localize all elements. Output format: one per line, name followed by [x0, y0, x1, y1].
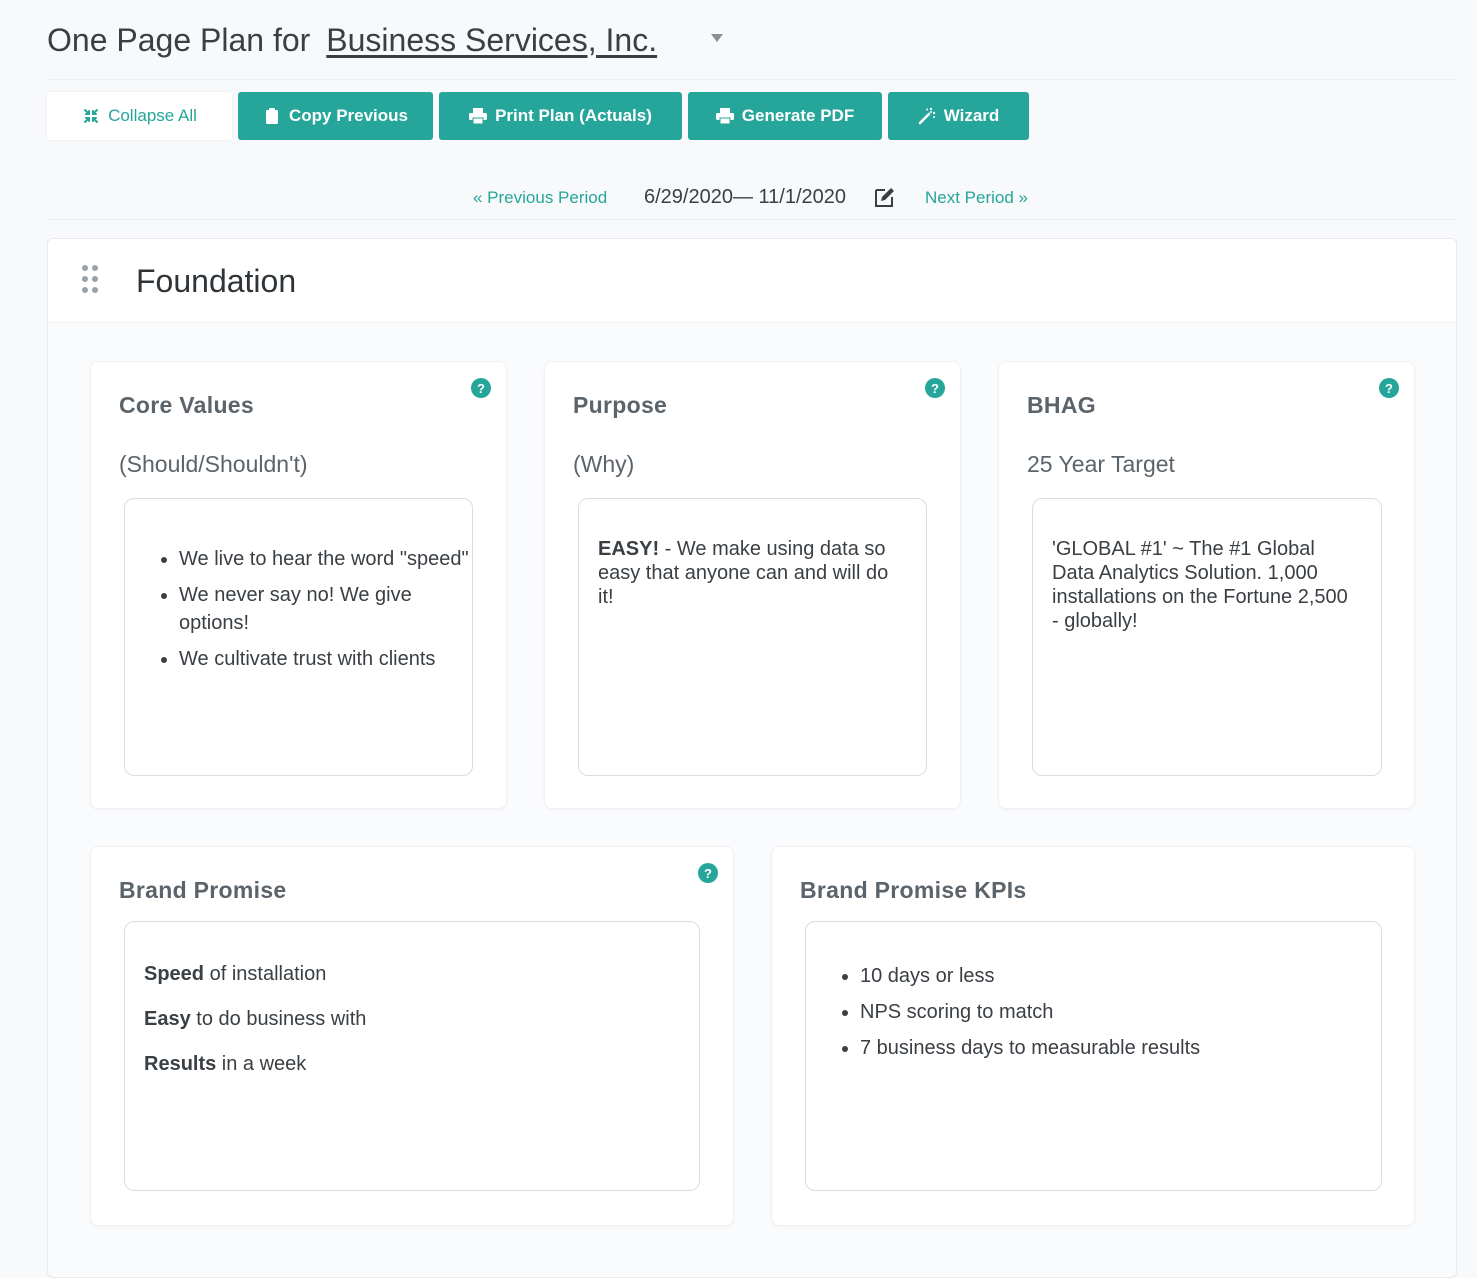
help-icon[interactable]: ? — [471, 378, 491, 398]
collapse-all-button[interactable]: Collapse All — [47, 92, 232, 140]
help-icon[interactable]: ? — [698, 863, 718, 883]
card-subtitle: (Should/Shouldn't) — [119, 451, 308, 477]
bhag-card: BHAG ? 25 Year Target 'GLOBAL #1' ~ The … — [998, 361, 1415, 809]
brand-promise-text: in a week — [216, 1053, 307, 1075]
card-title: Brand Promise KPIs — [800, 877, 1027, 903]
card-title: BHAG — [1027, 392, 1096, 418]
next-period-link[interactable]: Next Period » — [925, 188, 1028, 208]
copy-previous-label: Copy Previous — [288, 106, 409, 125]
caret-down-icon[interactable] — [711, 34, 723, 42]
list-item: 7 business days to measurable results — [860, 1034, 1381, 1062]
period-range: 6/29/2020— 11/1/2020 — [644, 186, 847, 208]
copy-previous-button[interactable]: Copy Previous — [238, 92, 433, 140]
drag-handle-icon[interactable] — [80, 264, 100, 294]
section-header: Foundation — [48, 239, 1456, 323]
printer-icon — [715, 107, 734, 125]
list-item: NPS scoring to match — [860, 998, 1381, 1026]
help-icon[interactable]: ? — [1379, 378, 1399, 398]
list-item: We live to hear the word "speed" — [179, 545, 472, 573]
core-values-card: Core Values ? (Should/Shouldn't) We live… — [90, 361, 507, 809]
purpose-editor[interactable]: EASY! - We make using data so easy that … — [578, 498, 927, 776]
wizard-button[interactable]: Wizard — [888, 92, 1029, 140]
brand-promise-line: Easy to do business with — [144, 1005, 680, 1033]
list-item: We cultivate trust with clients — [179, 645, 472, 673]
brand-promise-editor[interactable]: Speed of installation Easy to do busines… — [124, 921, 700, 1191]
divider — [47, 219, 1456, 220]
bhag-text: 'GLOBAL #1' ~ The #1 Global Data Analyti… — [1052, 538, 1348, 632]
printer-icon — [469, 107, 488, 125]
generate-pdf-label: Generate PDF — [741, 106, 855, 125]
page-title: One Page Plan for Business Services, Inc… — [47, 18, 657, 62]
toolbar: Collapse All Copy Previous Print Plan (A… — [47, 92, 1029, 140]
generate-pdf-button[interactable]: Generate PDF — [688, 92, 882, 140]
card-title: Purpose — [573, 392, 668, 418]
print-plan-button[interactable]: Print Plan (Actuals) — [439, 92, 682, 140]
brand-promise-text: of installation — [204, 963, 327, 985]
wizard-label: Wizard — [943, 106, 1000, 125]
previous-period-link[interactable]: « Previous Period — [473, 188, 607, 208]
brand-promise-bold: Speed — [144, 963, 205, 985]
foundation-section: Foundation Core Values ? (Should/Shouldn… — [47, 238, 1457, 1278]
brand-promise-line: Speed of installation — [144, 960, 680, 988]
purpose-bold: EASY! — [598, 538, 660, 560]
title-prefix: One Page Plan for — [47, 21, 311, 58]
list-item: We never say no! We give options! — [179, 581, 472, 637]
help-icon[interactable]: ? — [925, 378, 945, 398]
bhag-editor[interactable]: 'GLOBAL #1' ~ The #1 Global Data Analyti… — [1032, 498, 1382, 776]
brand-promise-bold: Results — [144, 1053, 217, 1075]
edit-icon[interactable] — [872, 186, 896, 210]
period-navigation: « Previous Period 6/29/2020— 11/1/2020 N… — [0, 184, 1477, 214]
brand-promise-line: Results in a week — [144, 1050, 680, 1078]
list-item: 10 days or less — [860, 962, 1381, 990]
collapse-all-label: Collapse All — [108, 106, 197, 125]
brand-kpis-list: 10 days or less NPS scoring to match 7 b… — [806, 962, 1381, 1062]
divider — [47, 79, 1456, 80]
print-plan-label: Print Plan (Actuals) — [495, 106, 652, 125]
clipboard-icon — [263, 107, 281, 125]
collapse-icon — [82, 107, 100, 125]
core-values-editor[interactable]: We live to hear the word "speed" We neve… — [124, 498, 473, 776]
section-title: Foundation — [136, 263, 297, 299]
brand-kpis-editor[interactable]: 10 days or less NPS scoring to match 7 b… — [805, 921, 1382, 1191]
brand-promise-text: to do business with — [190, 1008, 367, 1030]
purpose-text: EASY! - We make using data so easy that … — [598, 537, 908, 609]
card-title: Brand Promise — [119, 877, 287, 903]
purpose-card: Purpose ? (Why) EASY! - We make using da… — [544, 361, 961, 809]
brand-promise-bold: Easy — [144, 1008, 191, 1030]
brand-kpis-card: Brand Promise KPIs 10 days or less NPS s… — [771, 846, 1415, 1226]
magic-wand-icon — [918, 107, 936, 125]
card-subtitle: (Why) — [573, 451, 635, 477]
brand-promise-card: Brand Promise ? Speed of installation Ea… — [90, 846, 734, 1226]
company-selector[interactable]: Business Services, Inc. — [326, 22, 657, 59]
core-values-list: We live to hear the word "speed" We neve… — [125, 545, 472, 673]
card-subtitle: 25 Year Target — [1027, 451, 1175, 477]
card-title: Core Values — [119, 392, 254, 418]
